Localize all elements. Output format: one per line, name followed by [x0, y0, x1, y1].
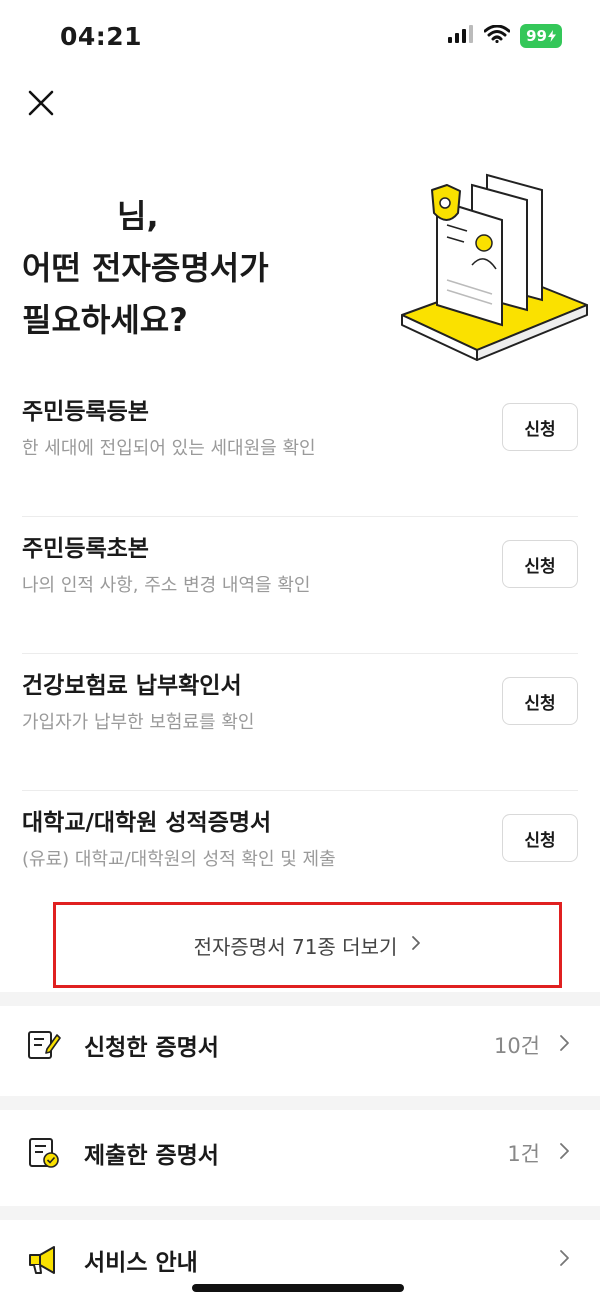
certificate-description: (유료) 대학교/대학원의 성적 확인 및 제출	[22, 849, 336, 870]
certificate-illustration	[392, 165, 592, 375]
status-icons: 99	[448, 24, 562, 48]
status-bar: 04:21 99	[0, 0, 600, 70]
close-icon	[28, 90, 54, 116]
menu-item-applied-certificates[interactable]: 신청한 증명서 10건	[0, 997, 600, 1093]
edit-document-icon	[24, 1025, 64, 1065]
more-certificates-button[interactable]: 전자증명서 71종 더보기	[53, 902, 562, 988]
page-title: 님, 어떤 전자증명서가 필요하세요?	[22, 190, 269, 346]
menu-count: 1건	[507, 1142, 540, 1166]
apply-button[interactable]: 신청	[502, 814, 578, 862]
megaphone-icon	[24, 1240, 64, 1280]
certificate-title: 주민등록등본	[22, 399, 149, 425]
menu-label: 제출한 증명서	[84, 1143, 219, 1169]
apply-button[interactable]: 신청	[502, 403, 578, 451]
more-certificates-label: 전자증명서 71종 더보기	[193, 934, 398, 959]
home-indicator[interactable]	[192, 1284, 404, 1292]
menu-label: 서비스 안내	[84, 1250, 198, 1276]
certificate-description: 한 세대에 전입되어 있는 세대원을 확인	[22, 438, 316, 459]
chevron-right-icon	[559, 1034, 570, 1056]
checked-document-icon	[24, 1133, 64, 1173]
close-button[interactable]	[22, 84, 60, 122]
battery-level: 99	[526, 27, 547, 45]
list-item[interactable]: 주민등록초본 나의 인적 사항, 주소 변경 내역을 확인 신청	[22, 517, 578, 654]
title-line-question: 어떤 전자증명서가	[22, 242, 269, 294]
apply-button[interactable]: 신청	[502, 540, 578, 588]
certificate-list: 주민등록등본 한 세대에 전입되어 있는 세대원을 확인 신청 주민등록초본 나…	[22, 380, 578, 928]
menu-item-submitted-certificates[interactable]: 제출한 증명서 1건	[0, 1105, 600, 1201]
status-time: 04:21	[60, 22, 143, 51]
list-item[interactable]: 건강보험료 납부확인서 가입자가 납부한 보험료를 확인 신청	[22, 654, 578, 791]
chevron-right-icon	[559, 1249, 570, 1271]
list-item[interactable]: 주민등록등본 한 세대에 전입되어 있는 세대원을 확인 신청	[22, 380, 578, 517]
certificate-description: 나의 인적 사항, 주소 변경 내역을 확인	[22, 575, 311, 596]
menu-count: 10건	[493, 1034, 540, 1058]
menu-label: 신청한 증명서	[84, 1035, 219, 1061]
certificate-description: 가입자가 납부한 보험료를 확인	[22, 712, 255, 733]
certificate-title: 주민등록초본	[22, 536, 149, 562]
title-line-greeting: 님,	[117, 197, 159, 235]
certificate-title: 대학교/대학원 성적증명서	[22, 810, 272, 836]
chevron-right-icon	[559, 1142, 570, 1164]
title-line-ending: 필요하세요?	[22, 301, 188, 339]
certificate-title: 건강보험료 납부확인서	[22, 673, 242, 699]
apply-button[interactable]: 신청	[502, 677, 578, 725]
signal-icon	[448, 25, 474, 47]
wifi-icon	[483, 24, 511, 47]
battery-icon: 99	[520, 24, 562, 48]
chevron-right-icon	[411, 935, 421, 955]
